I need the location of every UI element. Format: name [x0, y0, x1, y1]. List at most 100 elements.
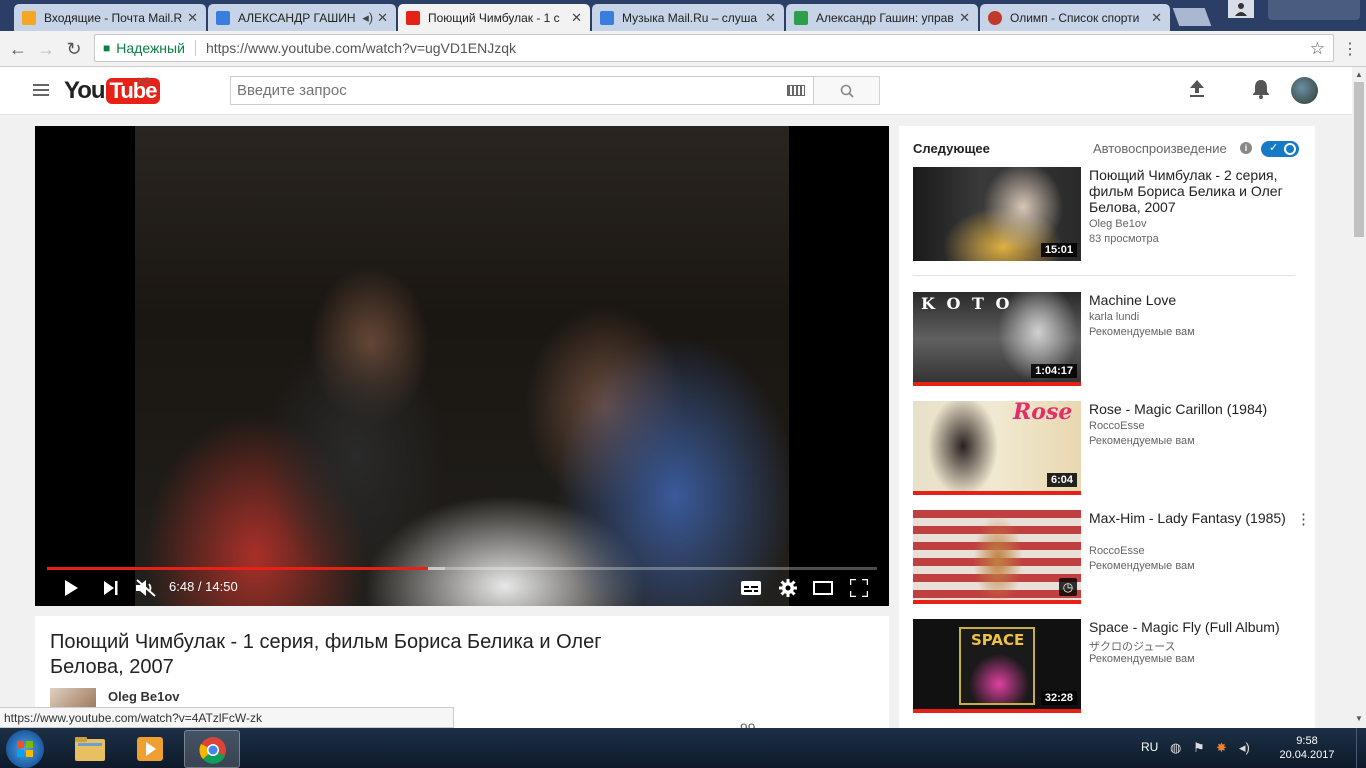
address-bar[interactable]: ■ Надежный https://www.youtube.com/watch…	[94, 34, 1334, 62]
url-text[interactable]: https://www.youtube.com/watch?v=ugVD1ENJ…	[206, 40, 516, 56]
windows-logo-icon	[17, 741, 33, 757]
watched-bar	[913, 382, 1081, 386]
channel-name[interactable]: Oleg Be1ov	[108, 689, 180, 704]
clock-time: 9:58	[1296, 735, 1318, 747]
suggested-video-title[interactable]: Rose - Magic Carillon (1984)	[1089, 401, 1289, 417]
video-player[interactable]: 6:48 / 14:50	[35, 126, 889, 606]
profile-icon[interactable]	[1228, 0, 1254, 18]
search-box[interactable]	[230, 76, 814, 105]
close-icon[interactable]: ✕	[571, 10, 582, 26]
play-button[interactable]	[61, 578, 81, 598]
up-next-sidebar: Следующее Автовоспроизведение i ✓ 15:01 …	[899, 126, 1315, 728]
logo-you: You	[64, 77, 106, 104]
suggested-video[interactable]: ◷ Max-Him - Lady Fantasy (1985) RoccoEss…	[913, 510, 1311, 604]
fullscreen-button[interactable]	[847, 578, 871, 598]
windows-taskbar: RU ◍ ⚑ ✸ ◂) 9:58 20.04.2017	[0, 728, 1366, 768]
theater-icon	[813, 581, 833, 595]
info-icon[interactable]: i	[1240, 142, 1252, 154]
suggested-video[interactable]: Rose 6:04 Rose - Magic Carillon (1984) R…	[913, 401, 1303, 495]
start-button[interactable]	[6, 730, 44, 768]
tab-youtube[interactable]: Поющий Чимбулак - 1 с ✕	[398, 4, 590, 31]
progress-bar[interactable]	[47, 567, 877, 570]
tab-strip: Входящие - Почта Mail.R ✕ АЛЕКСАНДР ГАШИ…	[0, 0, 1366, 31]
hamburger-menu-icon[interactable]	[33, 84, 49, 96]
video-thumbnail[interactable]: Rose 6:04	[913, 401, 1081, 495]
mute-button[interactable]	[135, 578, 157, 598]
tab-olimp[interactable]: Олимп - Список спорти ✕	[980, 4, 1170, 31]
country-code: KZ	[138, 76, 150, 86]
show-desktop-button[interactable]	[1356, 728, 1366, 768]
explorer-taskbar-button[interactable]	[62, 730, 118, 768]
suggested-video-channel[interactable]: karla lundi	[1089, 311, 1139, 323]
video-thumbnail[interactable]: SPACE 32:28	[913, 619, 1081, 713]
search-input[interactable]	[231, 77, 771, 104]
bookmark-star-icon[interactable]: ☆	[1310, 39, 1325, 59]
chrome-menu-icon[interactable]: ⋮	[1340, 39, 1360, 59]
new-tab-button[interactable]	[1172, 8, 1212, 26]
tab-music[interactable]: Музыка Mail.Ru – слуша ✕	[592, 4, 784, 31]
suggested-video-channel[interactable]: RoccoEsse	[1089, 545, 1145, 557]
video-thumbnail[interactable]: K O T O 1:04:17	[913, 292, 1081, 386]
search-button[interactable]	[814, 76, 880, 105]
upload-icon[interactable]	[1189, 80, 1205, 104]
close-icon[interactable]: ✕	[377, 10, 388, 26]
suggested-video[interactable]: K O T O 1:04:17 Machine Love karla lundi…	[913, 292, 1303, 386]
check-icon: ✓	[1269, 142, 1279, 154]
language-indicator[interactable]: RU	[1141, 740, 1158, 754]
app-tray-icon[interactable]: ✸	[1216, 740, 1227, 756]
scroll-down-arrow[interactable]: ▼	[1354, 714, 1364, 724]
video-thumbnail[interactable]: 15:01	[913, 167, 1081, 261]
suggested-video-title[interactable]: Space - Magic Fly (Full Album)	[1089, 619, 1289, 635]
fullscreen-icon	[850, 579, 868, 597]
close-icon[interactable]: ✕	[765, 10, 776, 26]
close-icon[interactable]: ✕	[959, 10, 970, 26]
separator	[194, 40, 196, 56]
sheets-icon	[794, 10, 808, 25]
suggested-video-title[interactable]: Max-Him - Lady Fantasy (1985)	[1089, 510, 1289, 526]
next-button[interactable]	[101, 578, 121, 598]
lock-icon: ■	[103, 41, 111, 55]
window-controls[interactable]	[1268, 0, 1360, 20]
notifications-bell-icon[interactable]	[1252, 79, 1270, 105]
subtitles-button[interactable]	[739, 578, 763, 598]
tab-video[interactable]: АЛЕКСАНДР ГАШИН ◂) ✕	[208, 4, 396, 31]
forward-button[interactable]: →	[34, 37, 58, 61]
suggested-video[interactable]: 15:01 Поющий Чимбулак - 2 серия, фильм Б…	[913, 167, 1303, 261]
avatar[interactable]	[1291, 77, 1318, 104]
suggested-video[interactable]: SPACE 32:28 Space - Magic Fly (Full Albu…	[913, 619, 1303, 713]
action-center-flag-icon[interactable]: ⚑	[1193, 740, 1205, 756]
search-icon	[840, 84, 854, 98]
suggested-video-channel[interactable]: RoccoEsse	[1089, 420, 1145, 432]
autoplay-toggle[interactable]: ✓	[1261, 141, 1299, 157]
tab-mail[interactable]: Входящие - Почта Mail.R ✕	[14, 4, 206, 31]
watched-bar	[913, 709, 1081, 713]
keyboard-icon[interactable]	[787, 85, 805, 96]
video-thumbnail[interactable]: ◷	[913, 510, 1081, 604]
settings-button[interactable]	[776, 578, 800, 598]
suggested-video-channel[interactable]: Oleg Be1ov	[1089, 218, 1146, 230]
media-player-taskbar-button[interactable]	[122, 730, 178, 768]
back-button[interactable]: ←	[6, 37, 30, 61]
suggested-video-meta: 83 просмотра	[1089, 233, 1159, 245]
close-icon[interactable]: ✕	[187, 10, 198, 26]
theater-mode-button[interactable]	[811, 578, 835, 598]
video-frame[interactable]	[135, 126, 789, 606]
autoplay-label: Автовоспроизведение	[1093, 141, 1227, 156]
tab-title: Музыка Mail.Ru – слуша	[622, 10, 758, 25]
tab-sheets[interactable]: Александр Гашин: управ ✕	[786, 4, 978, 31]
scrollbar-thumb[interactable]	[1354, 82, 1364, 237]
divider	[913, 275, 1295, 276]
suggested-video-channel[interactable]: ザクロのジュース	[1089, 638, 1176, 654]
time-display: 6:48 / 14:50	[169, 579, 238, 594]
suggested-video-title[interactable]: Machine Love	[1089, 292, 1289, 308]
close-icon[interactable]: ✕	[1151, 10, 1162, 26]
chrome-taskbar-button[interactable]	[184, 730, 240, 768]
watch-later-clock-icon[interactable]: ◷	[1059, 578, 1077, 596]
system-clock[interactable]: 9:58 20.04.2017	[1262, 734, 1352, 762]
reload-button[interactable]: ↻	[62, 37, 86, 61]
scroll-up-arrow[interactable]: ▲	[1354, 70, 1364, 80]
suggested-video-title[interactable]: Поющий Чимбулак - 2 серия, фильм Бориса …	[1089, 167, 1289, 215]
more-options-icon[interactable]: ⋮	[1296, 510, 1311, 528]
network-tray-icon[interactable]: ◍	[1170, 740, 1181, 756]
volume-tray-icon[interactable]: ◂)	[1239, 740, 1250, 756]
